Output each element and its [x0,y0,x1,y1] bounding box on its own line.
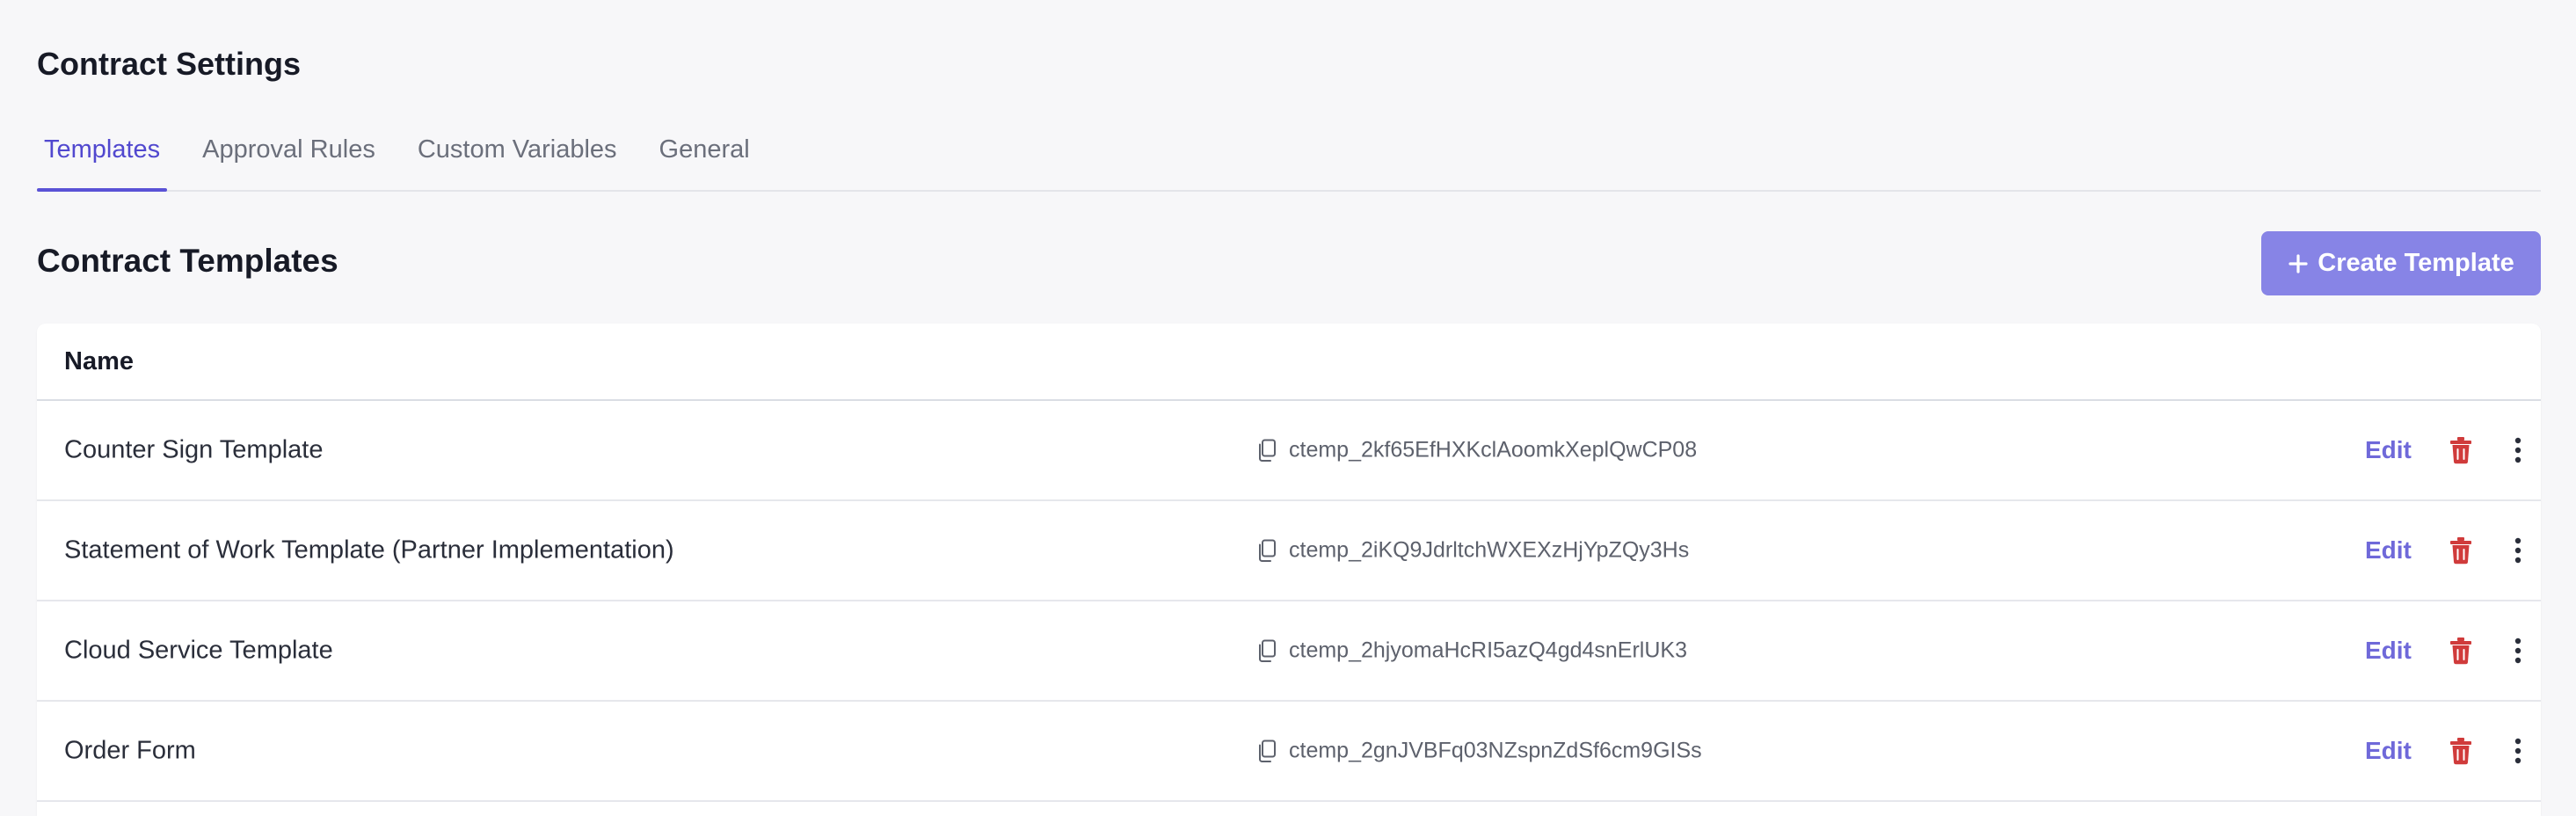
template-id: ctemp_2gnJVBFq03NZspnZdSf6cm9GISs [1255,739,1702,764]
template-id-text: ctemp_2gnJVBFq03NZspnZdSf6cm9GISs [1289,738,1702,763]
templates-table: Name Counter Sign Template ctemp_2kf65Ef… [37,324,2541,816]
create-template-button[interactable]: Create Template [2261,231,2541,295]
more-vertical-icon[interactable] [2514,536,2522,565]
template-id: ctemp_2kf65EfHXKclAoomkXeplQwCP08 [1255,438,1697,463]
page-title: Contract Settings [37,46,302,82]
table-row: Order Form ctemp_2gnJVBFq03NZspnZdSf6cm9… [37,702,2541,802]
copy-icon[interactable] [1255,638,1278,663]
trash-icon[interactable] [2449,536,2473,565]
template-id-text: ctemp_2kf65EfHXKclAoomkXeplQwCP08 [1289,437,1698,463]
edit-button[interactable]: Edit [2365,737,2412,765]
copy-icon[interactable] [1255,739,1278,763]
more-vertical-icon[interactable] [2514,637,2522,665]
section-title: Contract Templates [37,243,338,279]
template-id: ctemp_2iKQ9JdrltchWXEXzHjYpZQy3Hs [1255,538,1689,564]
template-name: Statement of Work Template (Partner Impl… [64,536,674,565]
trash-icon[interactable] [2449,637,2473,665]
create-template-label: Create Template [2318,249,2514,277]
tab-general[interactable]: General [652,123,757,190]
tab-approval-rules[interactable]: Approval Rules [195,123,382,190]
plus-icon [2288,253,2309,274]
template-id: ctemp_2hjyomaHcRI5azQ4gd4snErlUK3 [1255,638,1687,664]
table-row: Cloud Service Template ctemp_2hjyomaHcRI… [37,601,2541,702]
tab-templates[interactable]: Templates [37,123,168,192]
edit-button[interactable]: Edit [2365,536,2412,565]
template-name: Order Form [64,736,196,765]
trash-icon[interactable] [2449,436,2473,464]
table-row: Statement of Work Template (Partner Impl… [37,501,2541,601]
tab-custom-variables[interactable]: Custom Variables [411,123,624,190]
template-id-text: ctemp_2hjyomaHcRI5azQ4gd4snErlUK3 [1289,638,1687,663]
trash-icon[interactable] [2449,737,2473,765]
edit-button[interactable]: Edit [2365,436,2412,464]
settings-tabs: Templates Approval Rules Custom Variable… [37,123,2541,192]
edit-button[interactable]: Edit [2365,637,2412,665]
template-id-text: ctemp_2iKQ9JdrltchWXEXzHjYpZQy3Hs [1289,537,1690,563]
more-vertical-icon[interactable] [2514,436,2522,464]
table-row: Counter Sign Template ctemp_2kf65EfHXKcl… [37,401,2541,501]
copy-icon[interactable] [1255,438,1278,463]
column-header-name: Name [64,346,134,375]
copy-icon[interactable] [1255,538,1278,563]
template-name: Cloud Service Template [64,636,333,665]
more-vertical-icon[interactable] [2514,737,2522,765]
template-name: Counter Sign Template [64,435,324,464]
table-header: Name [37,324,2541,401]
